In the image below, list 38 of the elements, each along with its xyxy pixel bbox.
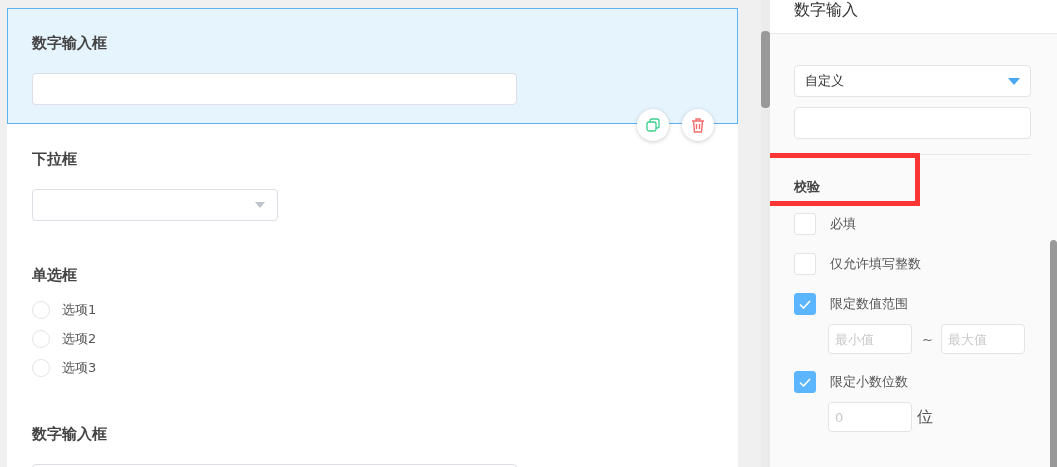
form-field-card[interactable]: 数字输入框 [7, 399, 738, 467]
checkbox[interactable] [794, 371, 816, 393]
checkbox-label: 限定数值范围 [830, 295, 908, 313]
checkbox-label: 仅允许填写整数 [830, 255, 921, 273]
scrollbar-thumb[interactable] [1050, 240, 1057, 467]
check-icon [799, 299, 811, 309]
form-field-card[interactable]: 下拉框 [7, 124, 738, 240]
field-label: 下拉框 [32, 149, 77, 169]
radio-button[interactable] [32, 300, 50, 319]
input-field[interactable] [794, 107, 1031, 139]
panel-title: 数字输入 [794, 0, 858, 20]
trash-icon [691, 117, 705, 133]
caret-icon [1008, 77, 1020, 85]
radio-label: 选项3 [62, 358, 97, 377]
checkbox[interactable] [794, 293, 816, 315]
number-input-field[interactable] [32, 73, 517, 105]
field-label: 数字输入框 [32, 424, 107, 444]
radio-label: 选项2 [62, 329, 97, 348]
delete-button[interactable] [682, 109, 714, 141]
radio-label: 选项1 [62, 300, 97, 319]
unit-label: 位 [917, 406, 933, 428]
form-field-card[interactable]: 单选框 选项1 选项2 选项3 [7, 240, 738, 399]
checkbox-label: 必填 [830, 215, 856, 233]
field-label: 数字输入框 [32, 33, 107, 53]
format-dropdown[interactable]: 自定义 [794, 65, 1031, 97]
range-separator: ~ [922, 331, 933, 347]
section-title: 校验 [794, 179, 820, 195]
form-field-card[interactable]: 数字输入框 [7, 8, 738, 124]
radio-button[interactable] [32, 329, 50, 348]
check-icon [799, 377, 811, 387]
copy-button[interactable] [637, 109, 669, 141]
radio-button[interactable] [32, 358, 50, 377]
checkbox-label: 限定小数位数 [830, 373, 908, 391]
dropdown-field[interactable] [32, 189, 278, 221]
caret-icon [255, 202, 265, 208]
scrollbar-thumb[interactable] [761, 31, 770, 108]
field-label: 单选框 [32, 265, 77, 285]
copy-icon [646, 118, 660, 132]
